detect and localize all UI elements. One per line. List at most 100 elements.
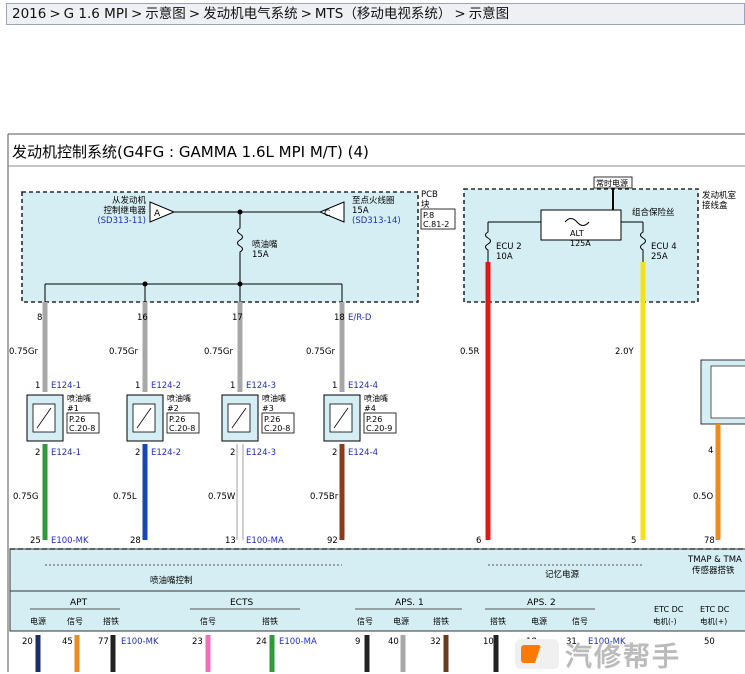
injector-wire-bot-label: 0.75W [208,492,236,502]
ign-label-1: 至点火线圈 [352,195,395,206]
bottom-conn-e100mk: E100-MK [121,637,159,647]
junction-dot [237,209,243,215]
injector-wire-top-label: 0.75Gr [204,347,234,357]
injector-conn-top: E124-4 [348,381,378,391]
apt-ground-label: 搭铁 [103,616,119,626]
injector-ref-2: C.20-8 [264,424,290,433]
injector-ref-1: P.26 [264,415,280,424]
injector-pin-top: 16 [137,313,148,323]
etc-motor-neg-label: 电机(-) [653,616,677,626]
orange-wire-pin-top: 4 [708,446,713,456]
injector-fuse-label-2: 15A [252,250,269,260]
aps2-power-label: 电源 [531,616,547,626]
red-wire-pin: 6 [476,536,481,546]
bottom-pin-24: 24 [256,637,267,647]
injector-columns: 80.75Gr1 E124-1喷油嘴#1P.26C.20-82 E124-10.75… [9,302,397,566]
injector-fuse-label-1: 喷油嘴 [252,239,278,250]
group-etc-dc-label-1: ETC DC [654,605,684,614]
tmap-sensor-inner [710,365,745,419]
alt-label-1: ALT [570,229,584,238]
injector-name-1: 喷油嘴 [364,393,388,403]
injector-wire-top-label: 0.75Gr [109,347,139,357]
bottom-pin-32: 32 [430,637,441,647]
engine-room-label-2: 接线盒 [702,200,728,211]
injector-name-2: #3 [262,404,274,413]
injector-name-1: 喷油嘴 [67,393,91,403]
injector-ref-1: P.26 [69,415,85,424]
injector-name-1: 喷油嘴 [167,393,191,403]
injector-ecm-pin: 25 [30,536,41,546]
aps2-ground-label: 搭铁 [490,616,506,626]
injector-ecm-pin: 28 [130,536,141,546]
aps1-signal-label: 信号 [357,616,373,626]
orange-wire-label: 0.5O [693,492,714,502]
ign-ref: (SD313-14) [352,216,401,226]
ecm-connector-strip [9,548,745,592]
bottom-pin-40: 40 [388,637,399,647]
injector-pin-2: 2 [230,448,235,458]
ecu4-label-2: 25A [651,252,668,262]
pcb-ref-1: P.8 [423,211,434,220]
tmap-label-2: 传感器搭铁 [692,565,735,576]
ecu2-label-2: 10A [496,252,513,262]
logo-icon [515,639,559,669]
ecm-group-panel [9,590,745,632]
connector-c-label: C [324,209,330,219]
red-wire-label: 0.5R [460,347,480,357]
combo-fuse-label: 组合保险丝 [632,207,675,218]
aps2-signal-label: 信号 [572,616,588,626]
pcb-label-1: PCB [421,190,438,200]
group-etc-dc-label-2: ETC DC [700,605,730,614]
relay-a-label-1: 从发动机 [112,195,147,206]
injector-ref-2: C.20-8 [169,424,195,433]
injector-pin-2: 2 [35,448,40,458]
injector-pin-1: 1 [332,381,337,391]
injector-ref-2: C.20-9 [366,424,392,433]
ects-signal-label: 信号 [200,616,216,626]
group-ects-label: ECTS [230,598,253,608]
orange-wire-pin: 78 [704,536,715,546]
injector-name-2: #1 [67,404,79,413]
injector-conn-bot: E124-3 [246,448,276,458]
diagram-title: 发动机控制系统(G4FG : GAMMA 1.6L MPI M/T) (4) [12,143,369,161]
injector-conn-bot: E124-4 [348,448,378,458]
apt-signal-label: 信号 [67,616,83,626]
injector-wire-bot-label: 0.75L [113,492,137,502]
bottom-pin-9: 9 [355,637,360,647]
yellow-wire-label: 2.0Y [615,347,635,357]
injector-pin-1: 1 [230,381,235,391]
connector-a-label: A [154,209,161,219]
injector-control-label: 喷油嘴控制 [150,575,193,586]
ecu4-label-1: ECU 4 [651,242,677,252]
wiring-diagram: 发动机控制系统(G4FG : GAMMA 1.6L MPI M/T) (4) A… [7,133,745,672]
relay-a-ref: (SD313-11) [97,216,146,226]
alt-label-2: 125A [570,239,591,248]
group-aps2-label: APS. 2 [527,598,556,608]
aps1-power-label: 电源 [393,616,409,626]
injector-ref-2: C.20-8 [69,424,95,433]
erd-label: E/R-D [348,313,372,323]
bottom-pin-20: 20 [22,637,33,647]
ects-ground-label: 搭铁 [262,616,278,626]
watermark-text: 汽修帮手 [565,641,681,673]
injector-ecm-conn: E100-MK [51,536,89,546]
hot-label: 常时电源 [596,178,628,188]
injector-pin-top: 18 [334,313,345,323]
injector-wire-top-label: 0.75Gr [306,347,336,357]
injector-conn-bot: E124-1 [51,448,81,458]
injector-pin-2: 2 [332,448,337,458]
yellow-wire-pin: 5 [631,536,636,546]
relay-a-label-2: 控制继电器 [103,205,146,216]
injector-pin-1: 1 [135,381,140,391]
injector-ecm-conn: E100-MA [246,536,284,546]
etc-motor-pos-label: 电机(+) [700,616,727,626]
bottom-conn-e100ma: E100-MA [279,637,317,647]
bottom-pin-45: 45 [62,637,73,647]
injector-wire-bot-label: 0.75Br [310,492,339,502]
pcb-label-2: 块 [421,199,430,210]
aps1-ground-label: 搭铁 [433,616,449,626]
injector-pin-2: 2 [135,448,140,458]
injector-name-2: #2 [167,404,179,413]
group-apt-label: APT [70,598,88,608]
injector-ecm-pin: 13 [225,536,236,546]
